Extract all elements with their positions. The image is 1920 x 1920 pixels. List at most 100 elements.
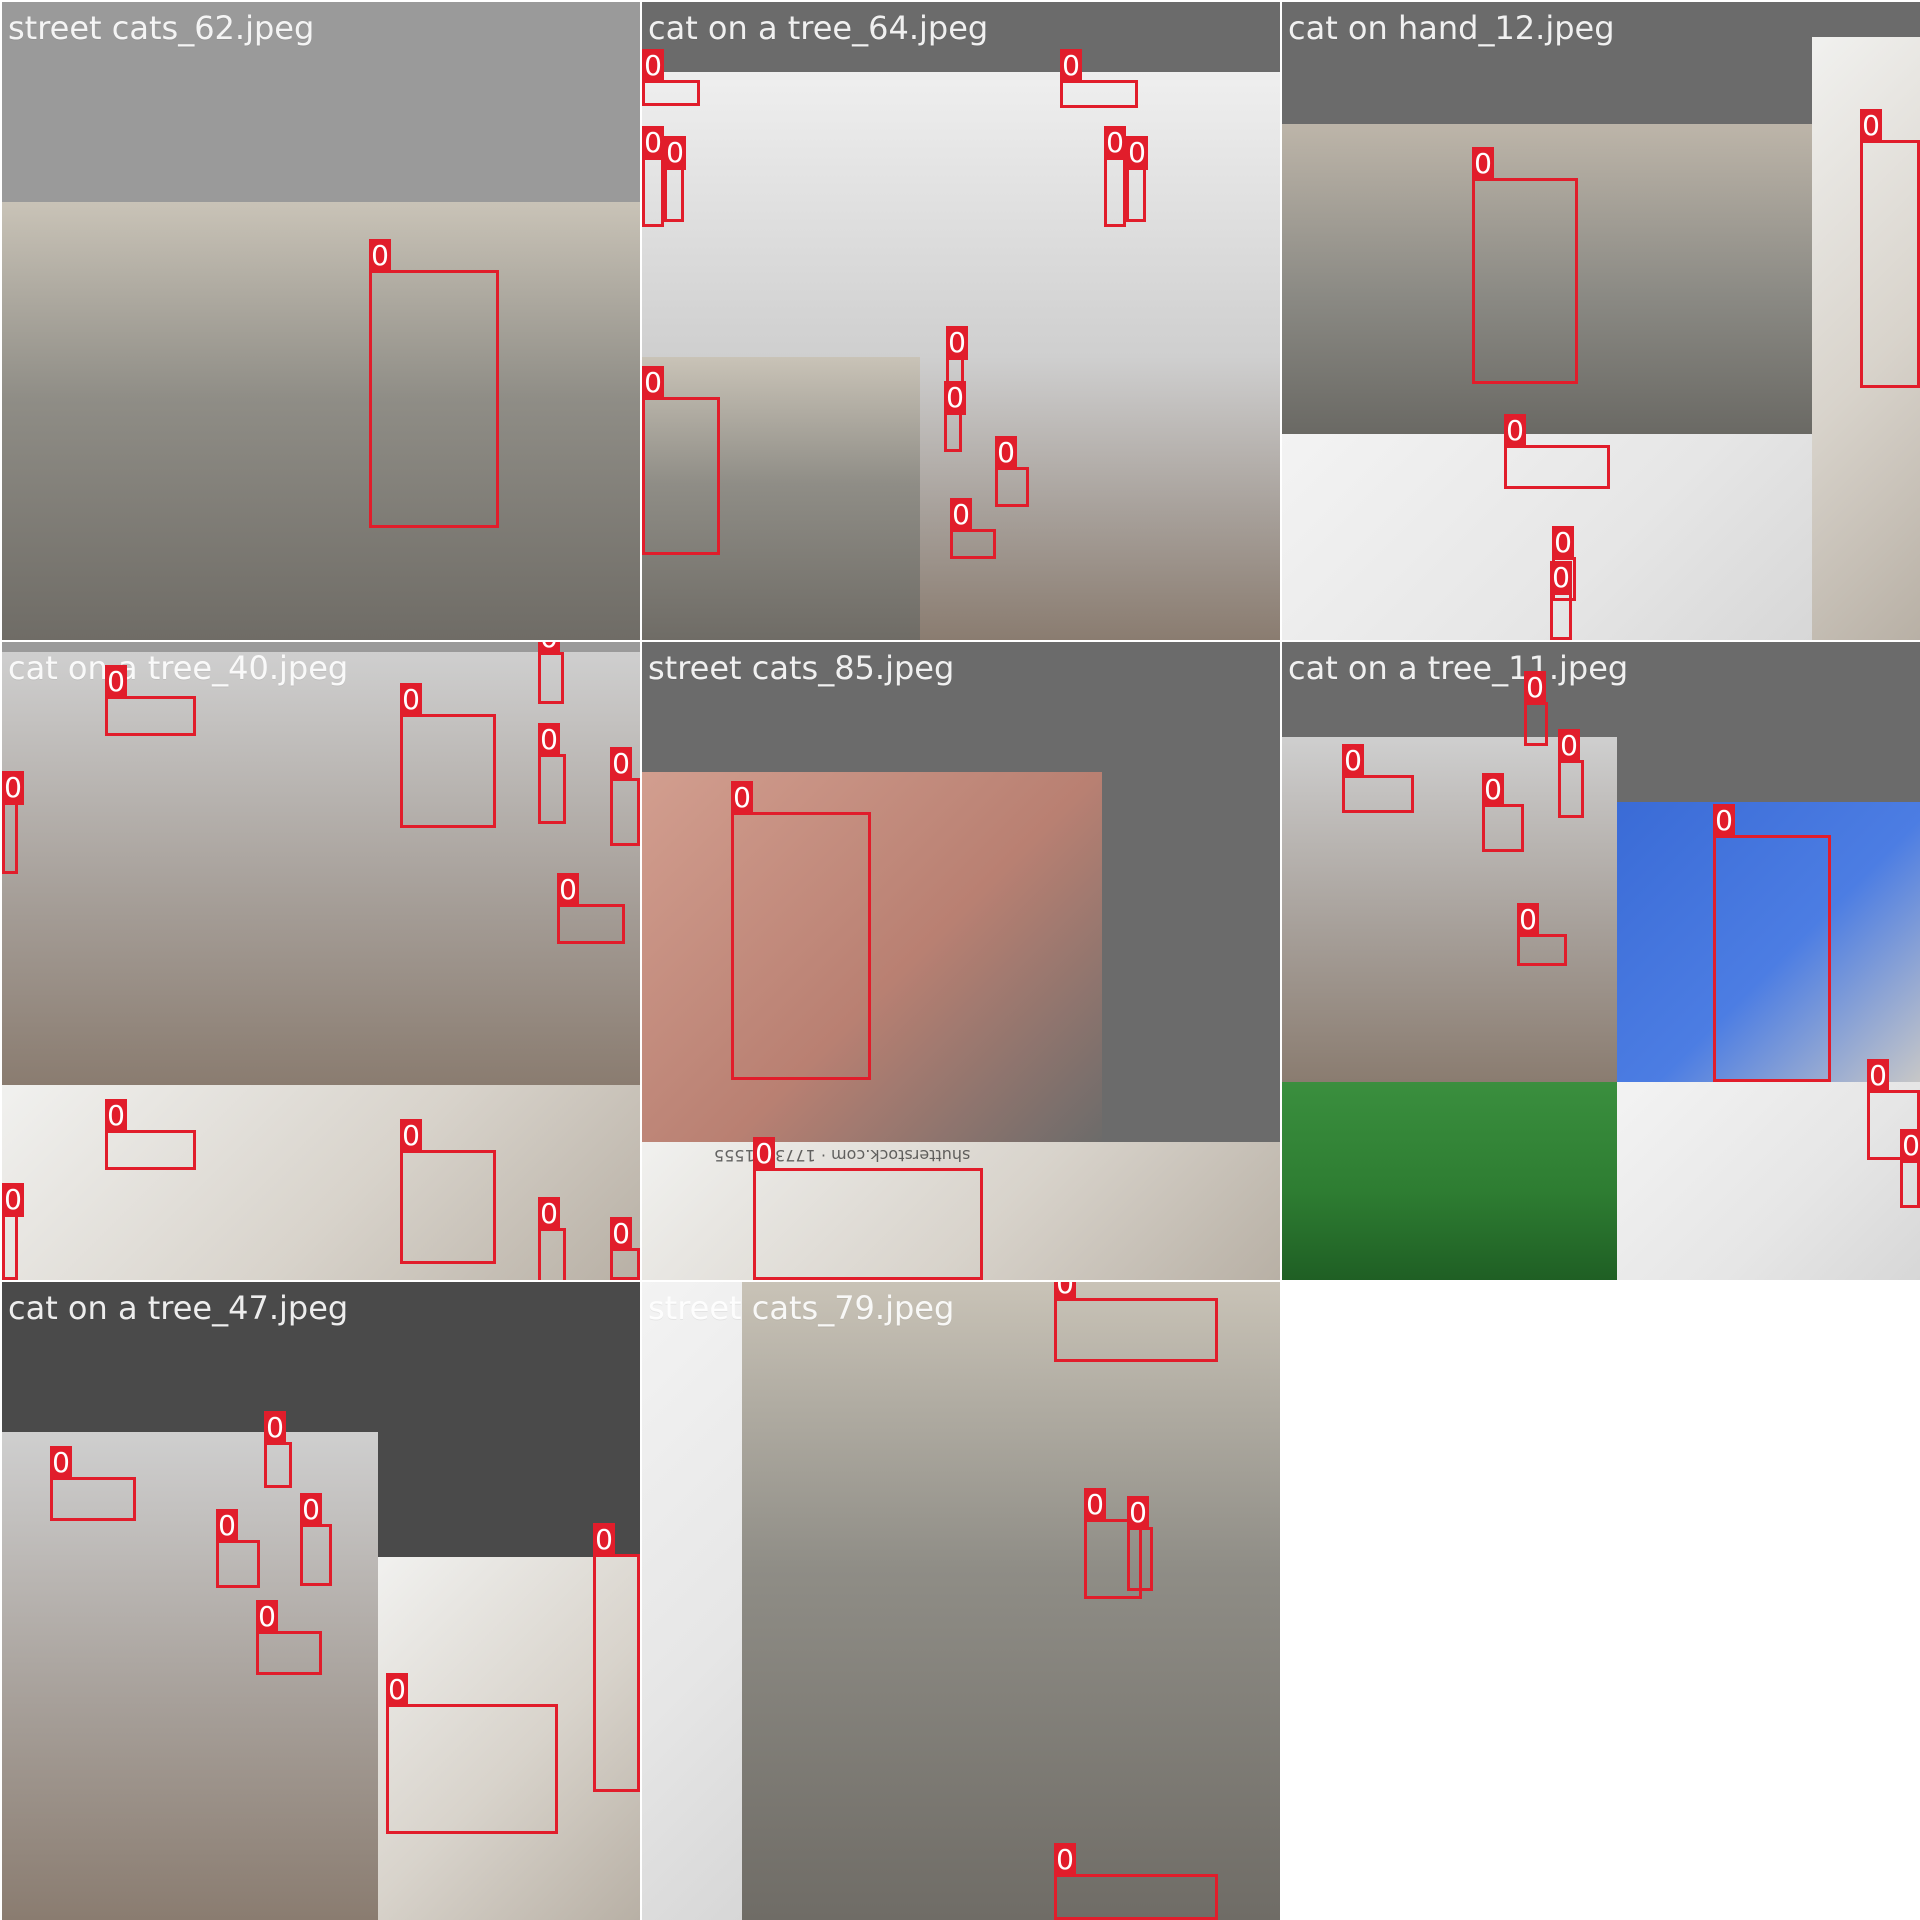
detection-box: 0 <box>538 1197 566 1280</box>
detection-box: 0 <box>1126 136 1148 222</box>
detection-box: 0 <box>105 665 196 736</box>
mosaic-photo <box>2 202 640 640</box>
tile-filename: cat on a tree_47.jpeg <box>8 1289 349 1327</box>
detection-box: 0 <box>216 1509 260 1588</box>
mosaic-photo <box>1282 1082 1617 1280</box>
detection-class-label: 0 <box>400 683 422 717</box>
detection-box: 0 <box>2 771 24 874</box>
detection-class-label: 0 <box>753 1137 775 1171</box>
detection-box: 0 <box>1104 126 1126 227</box>
detection-box: 0 <box>1482 773 1524 852</box>
detection-box: 0 <box>1558 729 1584 818</box>
tile-filename: street cats_62.jpeg <box>8 9 315 47</box>
detection-class-label: 0 <box>1060 49 1082 83</box>
detection-class-label: 0 <box>1524 671 1546 705</box>
detection-class-label: 0 <box>2 771 24 805</box>
mosaic-tile-1: street cats_62.jpeg 0 <box>2 2 640 640</box>
detection-box: 0 <box>557 873 625 944</box>
detection-box: 0 <box>1900 1129 1920 1208</box>
detection-box: 0 <box>995 436 1029 507</box>
mosaic-photo <box>642 772 1102 1142</box>
detection-box: 0 <box>50 1446 136 1521</box>
detection-class-label: 0 <box>105 1099 127 1133</box>
detection-box: 0 <box>105 1099 196 1170</box>
detection-box: 0 <box>753 1137 983 1280</box>
detection-box: 0 <box>2 1183 24 1280</box>
detection-box: 0 <box>664 136 686 222</box>
tile-filename: cat on hand_12.jpeg <box>1288 9 1615 47</box>
mosaic-tile-7: cat on a tree_47.jpeg00000000 <box>2 1282 640 1920</box>
tile-filename: street cats_79.jpeg <box>648 1289 955 1327</box>
detection-class-label: 0 <box>1054 1843 1076 1877</box>
detection-box: 0 <box>1054 1843 1218 1920</box>
detection-class-label: 0 <box>386 1673 408 1707</box>
detection-class-label: 0 <box>642 366 664 400</box>
detection-class-label: 0 <box>557 873 579 907</box>
detection-class-label: 0 <box>610 747 632 781</box>
detection-box: 0 <box>256 1600 322 1675</box>
detection-class-label: 0 <box>264 1411 286 1445</box>
detection-box: 0 <box>1550 561 1572 640</box>
detection-class-label: 0 <box>944 381 966 415</box>
detection-box: 0 <box>642 366 720 555</box>
detection-class-label: 0 <box>1126 136 1148 170</box>
mosaic-tile-6: cat on a tree_11.jpeg 0 0 0 0 0 0 0 0 <box>1282 642 1920 1280</box>
tile-filename: cat on a tree_11.jpeg <box>1288 649 1629 687</box>
tile-filename: street cats_85.jpeg <box>648 649 955 687</box>
detection-class-label: 0 <box>400 1119 422 1153</box>
detection-class-label: 0 <box>1084 1488 1106 1522</box>
mosaic-photo <box>642 1282 742 1920</box>
detection-box: 0 <box>610 1217 640 1280</box>
detection-class-label: 0 <box>1900 1129 1920 1163</box>
detection-class-label: 0 <box>664 136 686 170</box>
detection-class-label: 0 <box>1867 1059 1889 1093</box>
detection-class-label: 0 <box>1482 773 1504 807</box>
detection-box: 0 <box>610 747 640 846</box>
detection-class-label: 0 <box>2 1183 24 1217</box>
detection-class-label: 0 <box>731 781 753 815</box>
detection-class-label: 0 <box>369 239 391 273</box>
detection-box: 0 <box>300 1493 332 1586</box>
detection-box: 0 <box>369 239 499 528</box>
detection-class-label: 0 <box>538 642 560 655</box>
detection-box: 0 <box>1342 744 1414 813</box>
detection-box: 0 <box>400 1119 496 1264</box>
detection-box: 0 <box>264 1411 292 1488</box>
detection-class-label: 0 <box>642 49 664 83</box>
detection-class-label: 0 <box>1504 414 1526 448</box>
tile-filename: cat on a tree_64.jpeg <box>648 9 989 47</box>
detection-class-label: 0 <box>105 665 127 699</box>
detection-class-label: 0 <box>1552 526 1574 560</box>
detection-class-label: 0 <box>950 498 972 532</box>
detection-class-label: 0 <box>1104 126 1126 160</box>
detection-box: 0 <box>1860 109 1920 388</box>
detection-class-label: 0 <box>256 1600 278 1634</box>
detection-class-label: 0 <box>1517 903 1539 937</box>
detection-box: 0 <box>731 781 871 1080</box>
detection-box: 0 <box>642 49 700 106</box>
mosaic-tile-4: cat on a tree_40.jpeg000000000000 <box>2 642 640 1280</box>
detection-class-label: 0 <box>1550 561 1572 595</box>
detection-box: 0 <box>950 498 996 559</box>
detection-box: 0 <box>386 1673 558 1834</box>
mosaic-photo <box>642 72 1280 357</box>
mosaic-photo <box>742 1282 1280 1920</box>
detection-class-label: 0 <box>642 126 664 160</box>
detection-box: 0 <box>1054 1282 1218 1362</box>
detection-box: 0 <box>642 126 664 227</box>
detection-class-label: 0 <box>538 1197 560 1231</box>
detection-class-label: 0 <box>50 1446 72 1480</box>
detection-box: 0 <box>1472 147 1578 384</box>
detection-box: 0 <box>944 381 966 452</box>
mosaic-tile-5: shutterstock.com · 1773201555 street cats… <box>642 642 1280 1280</box>
detection-class-label: 0 <box>1342 744 1364 778</box>
detection-class-label: 0 <box>1713 804 1735 838</box>
mosaic-tile-2: cat on a tree_64.jpeg 0 0 0 0 0 0 0 0 0 0 0 <box>642 2 1280 640</box>
mosaic-photo <box>920 357 1280 640</box>
detection-mosaic-grid: street cats_62.jpeg 0 cat on a tree_64.jpe… <box>0 0 1920 1920</box>
detection-class-label: 0 <box>1472 147 1494 181</box>
detection-box: 0 <box>538 723 566 824</box>
detection-box: 0 <box>1060 49 1138 108</box>
detection-class-label: 0 <box>538 723 560 757</box>
detection-box: 0 <box>538 642 564 704</box>
